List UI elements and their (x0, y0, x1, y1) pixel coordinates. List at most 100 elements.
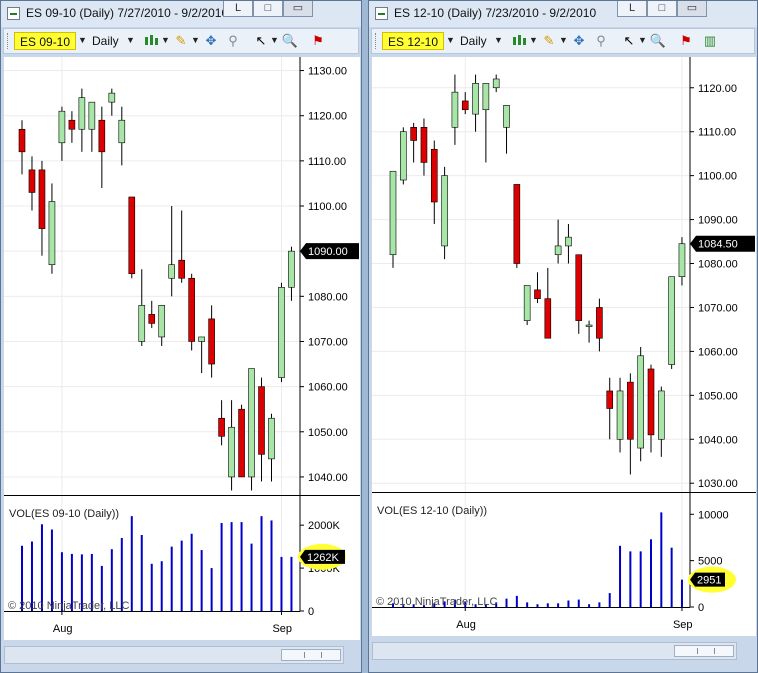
last-volume-label: 2951 (697, 575, 721, 587)
maximize-button[interactable]: □ (253, 1, 283, 17)
candle-body (430, 148, 438, 203)
pencil-icon[interactable]: ✎ (172, 32, 190, 50)
price-and-volume-chart[interactable]: 1120.00 1110.00 1100.00 1090.00 1080.00 1070.… (372, 57, 756, 636)
candle-body (208, 318, 215, 365)
candle-body (451, 91, 459, 128)
title-bar[interactable]: ES 12-10 (Daily) 7/23/2010 - 9/2/2010 L … (369, 1, 757, 27)
candle-body (544, 298, 552, 339)
link-button[interactable]: L (617, 1, 647, 17)
crosshair-icon[interactable]: ✥ (570, 32, 588, 50)
volume-tick-label: 0 (698, 602, 704, 614)
last-price-label: 1090.00 (308, 246, 348, 258)
instrument-selector[interactable]: ES 09-10 (14, 32, 77, 50)
scrollbar-thumb[interactable] (674, 645, 734, 657)
candle-body (658, 390, 665, 440)
candle-body (58, 110, 66, 144)
candle-body (228, 426, 235, 478)
cursor-dropdown-chevron-icon[interactable]: ▼ (638, 35, 647, 45)
magnifier-icon[interactable]: 🔍 (649, 32, 667, 50)
window-title: ES 12-10 (Daily) 7/23/2010 - 9/2/2010 (394, 6, 597, 20)
interval-selector[interactable]: Daily (460, 34, 487, 48)
candlestick-icon[interactable] (510, 32, 528, 50)
chart-window-es-12-10: ES 12-10 (Daily) 7/23/2010 - 9/2/2010 L … (368, 0, 758, 673)
cursor-dropdown-chevron-icon[interactable]: ▼ (270, 35, 279, 45)
candle-body (68, 119, 76, 130)
copyright-text: © 2010 NinjaTrader, LLC (376, 596, 497, 608)
instrument-dropdown-chevron-icon[interactable]: ▼ (446, 35, 455, 45)
crosshair-icon[interactable]: ✥ (202, 32, 220, 50)
interval-selector[interactable]: Daily (92, 34, 119, 48)
price-tick-label: 1090.00 (698, 215, 738, 227)
toolbar-grip (7, 33, 11, 49)
candle-body (627, 381, 634, 440)
candle-body (238, 408, 245, 478)
candle-body (647, 368, 655, 436)
volume-tick-label: 0 (308, 606, 314, 618)
indicators-icon[interactable]: ⚑ (309, 32, 327, 50)
candle-body (461, 100, 469, 111)
candle-body (198, 336, 205, 342)
instrument-dropdown-chevron-icon[interactable]: ▼ (78, 35, 87, 45)
draw-dropdown-chevron-icon[interactable]: ▼ (191, 35, 200, 45)
title-bar[interactable]: ES 09-10 (Daily) 7/27/2010 - 9/2/2010 L … (1, 1, 361, 27)
price-tick-label: 1080.00 (308, 291, 348, 303)
maximize-button[interactable]: □ (647, 1, 677, 17)
candle-body (108, 92, 116, 103)
toolbar-grip (375, 33, 379, 49)
horizontal-scrollbar[interactable] (4, 646, 344, 664)
instrument-selector[interactable]: ES 12-10 (382, 32, 445, 50)
indicators-icon[interactable]: ⚑ (677, 32, 695, 50)
zoom-tool-icon[interactable]: ⚲ (224, 32, 242, 50)
candle-body (188, 277, 195, 342)
price-tick-label: 1070.00 (308, 336, 348, 348)
volume-tick-label: 10000 (698, 509, 729, 521)
price-and-volume-chart[interactable]: 1130.00 1120.00 1110.00 1100.00 1090.00 1080.… (4, 57, 360, 640)
cursor-arrow-icon[interactable]: ↖ (620, 32, 638, 50)
candle-body (218, 417, 225, 437)
candle-body (523, 285, 531, 321)
chart-area[interactable]: 1120.00 1110.00 1100.00 1090.00 1080.00 1070.… (372, 57, 756, 636)
draw-dropdown-chevron-icon[interactable]: ▼ (559, 35, 568, 45)
last-price-label: 1084.50 (698, 239, 738, 251)
zoom-tool-icon[interactable]: ⚲ (592, 32, 610, 50)
candle-body (668, 276, 675, 365)
minimize-button[interactable]: ▭ (677, 1, 707, 17)
chart-area[interactable]: 1130.00 1120.00 1110.00 1100.00 1090.00 1080.… (4, 57, 360, 640)
candle-body (158, 305, 166, 338)
interval-dropdown-chevron-icon[interactable]: ▼ (494, 35, 503, 45)
price-tick-label: 1120.00 (308, 111, 347, 123)
candle-body (168, 264, 175, 279)
style-dropdown-chevron-icon[interactable]: ▼ (529, 35, 538, 45)
candle-body (268, 417, 275, 460)
candle-body (248, 368, 255, 478)
price-tick-label: 1100.00 (308, 201, 347, 213)
magnifier-icon[interactable]: 🔍 (281, 32, 299, 50)
candle-body (482, 83, 490, 111)
bar-chart-icon[interactable]: ▥ (701, 32, 719, 50)
scrollbar-thumb[interactable] (281, 649, 341, 661)
price-tick-label: 1110.00 (698, 127, 736, 139)
candle-body (138, 305, 146, 342)
style-dropdown-chevron-icon[interactable]: ▼ (161, 35, 170, 45)
candle-body (678, 243, 686, 277)
price-tick-label: 1060.00 (698, 346, 738, 358)
price-tick-label: 1080.00 (698, 259, 738, 271)
last-volume-label: 1262K (307, 552, 339, 564)
minimize-button[interactable]: ▭ (283, 1, 313, 17)
candle-body (48, 201, 56, 266)
candle-body (534, 289, 541, 299)
horizontal-scrollbar[interactable] (372, 642, 737, 660)
cursor-arrow-icon[interactable]: ↖ (252, 32, 270, 50)
candlestick-icon[interactable] (142, 32, 160, 50)
interval-dropdown-chevron-icon[interactable]: ▼ (126, 35, 135, 45)
price-tick-label: 1050.00 (698, 390, 738, 402)
scroll-grip-icon (304, 652, 322, 658)
date-tick-label: Aug (53, 623, 73, 635)
pencil-icon[interactable]: ✎ (540, 32, 558, 50)
candle-body (472, 83, 479, 115)
volume-tick-label: 2000K (308, 520, 340, 532)
candle-body (148, 314, 156, 324)
price-tick-label: 1040.00 (308, 472, 348, 484)
link-button[interactable]: L (223, 1, 253, 17)
price-tick-label: 1030.00 (698, 478, 738, 490)
